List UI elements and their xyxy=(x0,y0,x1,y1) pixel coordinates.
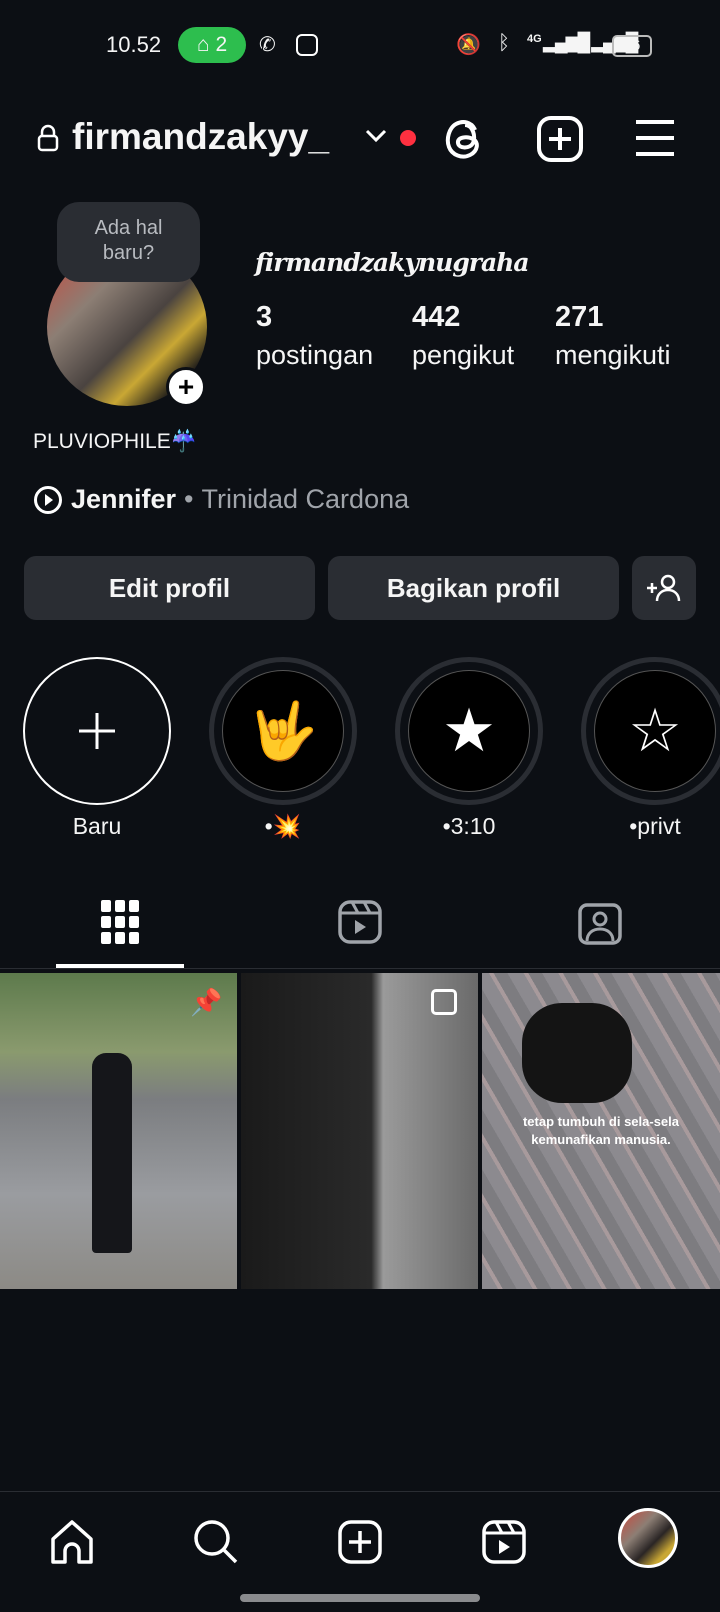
username-switcher[interactable]: firmandzakyy_ xyxy=(72,116,329,158)
display-name: firmandzakynugraha xyxy=(255,248,530,277)
nav-divider xyxy=(0,1491,720,1492)
mute-icon: 🔕 xyxy=(456,34,481,56)
home-icon xyxy=(51,1520,93,1564)
highlight-item[interactable]: ★ xyxy=(395,657,543,805)
tab-reels[interactable] xyxy=(330,894,390,950)
tab-divider xyxy=(0,968,720,969)
followers-count[interactable]: 442 xyxy=(412,301,460,334)
hotspot-count: 2 xyxy=(215,33,228,56)
tooltip-line1: Ada hal xyxy=(94,217,163,239)
music-artist: Trinidad Cardona xyxy=(201,484,410,514)
hotspot-indicator: ⌂ 2 xyxy=(178,27,246,63)
network-type: 4G xyxy=(527,33,542,45)
nav-home[interactable] xyxy=(42,1512,102,1572)
lock-icon xyxy=(37,124,59,152)
status-time: 10.52 xyxy=(106,32,162,57)
home-indicator[interactable] xyxy=(240,1594,480,1602)
post-person xyxy=(522,1003,632,1103)
star-outline-icon: ☆ xyxy=(594,670,716,792)
nav-search[interactable] xyxy=(186,1512,246,1572)
grid-icon xyxy=(101,900,139,944)
carousel-icon xyxy=(431,989,457,1015)
hand-xray-icon: 🤟 xyxy=(222,670,344,792)
nav-create[interactable] xyxy=(330,1512,390,1572)
post-thumbnail[interactable]: tetap tumbuh di sela-sela kemunafikan ma… xyxy=(482,973,720,1289)
instagram-icon xyxy=(296,34,318,56)
add-person-icon xyxy=(647,574,681,602)
reels-icon xyxy=(338,900,382,944)
plus-icon xyxy=(79,713,115,749)
threads-icon[interactable] xyxy=(442,114,486,167)
search-icon xyxy=(194,1520,238,1564)
tab-tagged[interactable] xyxy=(570,894,630,950)
highlight-label: •privt xyxy=(629,813,681,839)
highlight-label: •💥 xyxy=(264,813,302,839)
add-story-icon[interactable]: + xyxy=(166,367,206,407)
post-thumbnail[interactable] xyxy=(241,973,478,1289)
chevron-down-icon[interactable] xyxy=(364,128,388,149)
edit-profile-button[interactable]: Edit profil xyxy=(24,556,315,620)
following-label[interactable]: mengikuti xyxy=(555,340,671,371)
posts-count[interactable]: 3 xyxy=(256,301,272,334)
post-person xyxy=(92,1053,132,1253)
hotspot-icon: ⌂ xyxy=(196,33,210,56)
following-count[interactable]: 271 xyxy=(555,301,603,334)
new-highlight-button[interactable] xyxy=(23,657,171,805)
highlight-label: Baru xyxy=(72,813,122,839)
highlight-item[interactable]: 🤟 xyxy=(209,657,357,805)
share-profile-button[interactable]: Bagikan profil xyxy=(328,556,619,620)
nav-profile-avatar[interactable] xyxy=(618,1508,678,1568)
create-post-icon[interactable] xyxy=(537,116,583,167)
highlight-label: •3:10 xyxy=(442,813,496,839)
music-title: Jennifer xyxy=(71,484,177,514)
posts-label[interactable]: postingan xyxy=(256,340,373,371)
whatsapp-icon: ✆ xyxy=(259,34,276,56)
music-separator: • xyxy=(184,484,194,514)
profile-music[interactable]: Jennifer • Trinidad Cardona xyxy=(33,484,409,515)
highlight-item[interactable]: ☆ xyxy=(581,657,720,805)
tab-posts-grid[interactable] xyxy=(90,894,150,950)
bluetooth-icon: ᛒ xyxy=(498,32,510,54)
play-icon xyxy=(34,485,62,514)
stars-icon: ★ xyxy=(408,670,530,792)
post-caption-overlay: tetap tumbuh di sela-sela kemunafikan ma… xyxy=(522,1114,680,1147)
battery-indicator: 46 xyxy=(612,35,652,57)
pin-icon: 📌 xyxy=(190,987,223,1017)
menu-icon[interactable] xyxy=(634,118,676,163)
followers-label[interactable]: pengikut xyxy=(412,340,514,371)
reels-icon xyxy=(482,1520,526,1564)
bio: PLUVIOPHILE☔ xyxy=(33,430,197,453)
create-icon xyxy=(338,1520,382,1564)
notification-dot xyxy=(400,130,416,146)
post-thumbnail[interactable]: 📌 xyxy=(0,973,237,1289)
tooltip-line2: baru? xyxy=(102,242,155,264)
discover-people-button[interactable] xyxy=(632,556,696,620)
nav-reels[interactable] xyxy=(474,1512,534,1572)
notes-tooltip[interactable]: Ada hal baru? xyxy=(57,202,200,282)
tagged-person-icon xyxy=(578,903,622,945)
